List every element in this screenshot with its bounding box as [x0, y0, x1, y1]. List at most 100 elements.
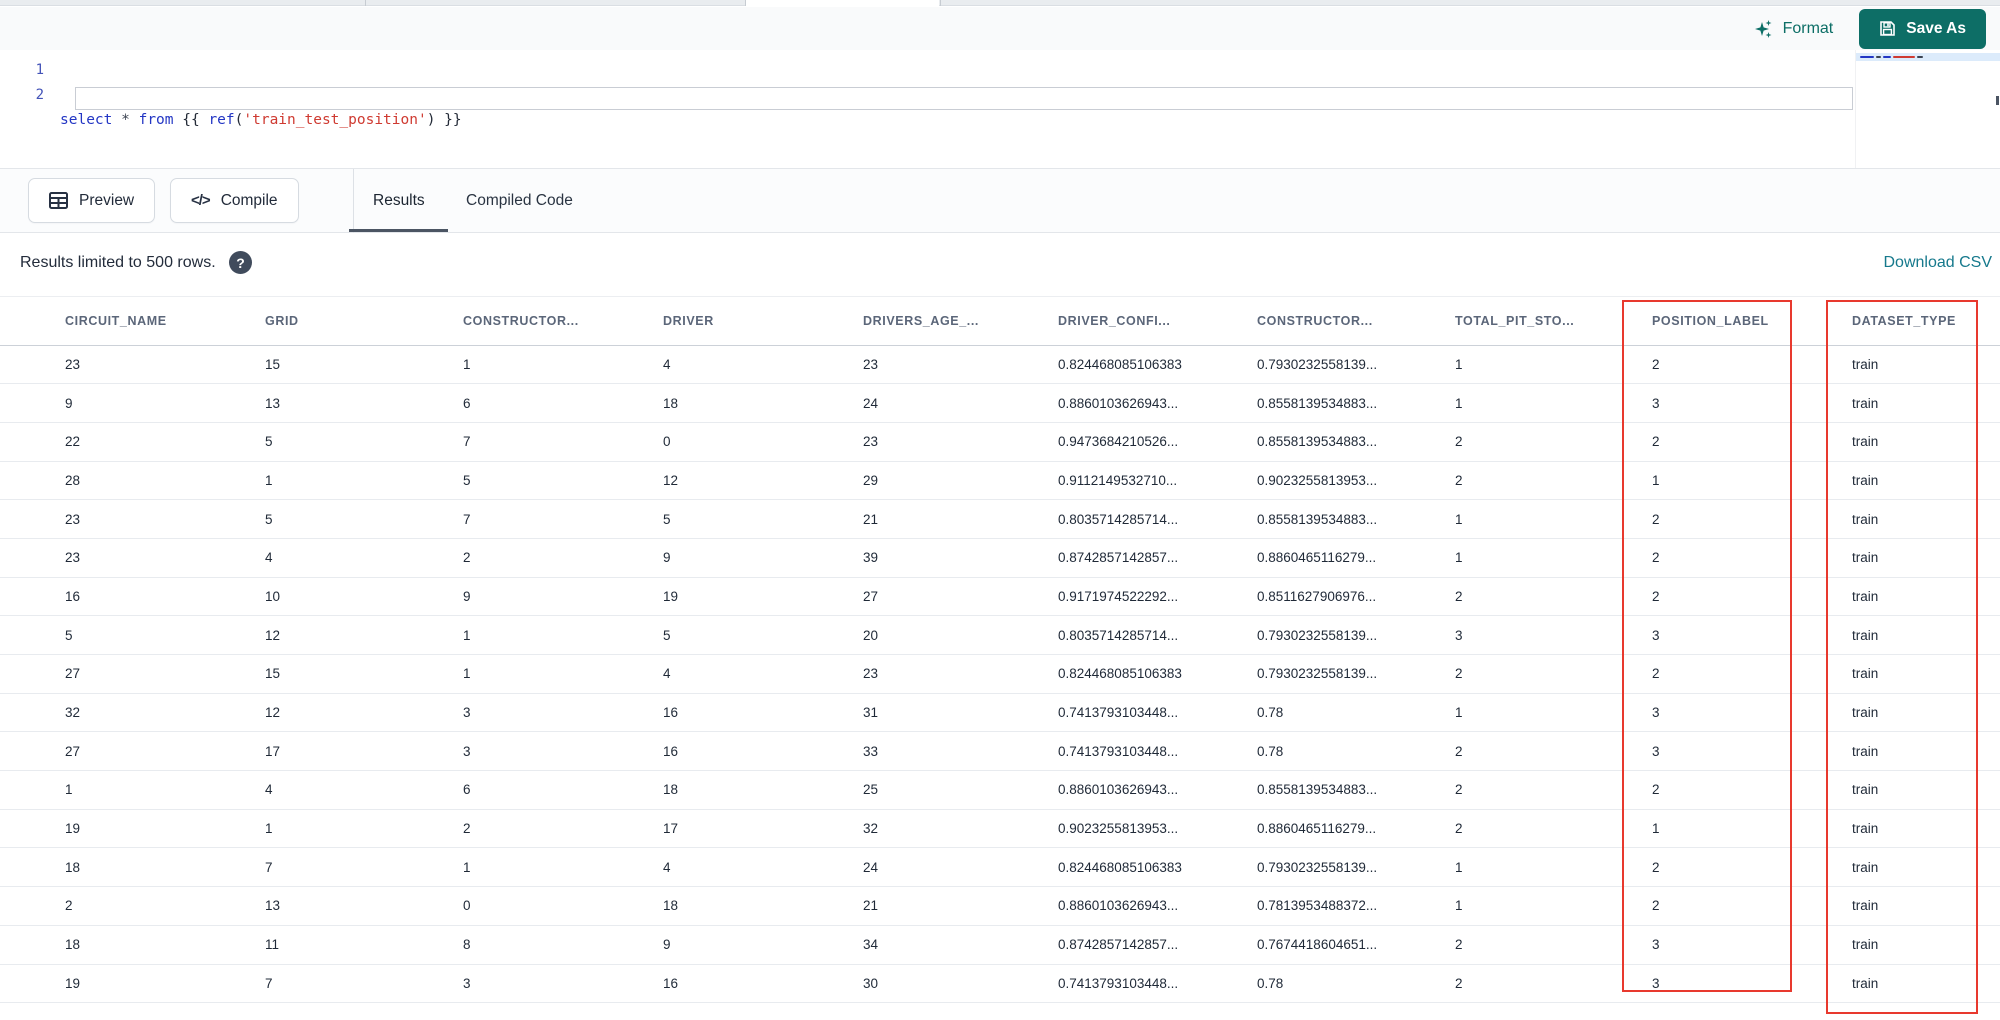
- tab-divider: [745, 0, 746, 6]
- column-header[interactable]: CIRCUIT_NAME: [0, 297, 265, 346]
- table-cell: 2: [1455, 925, 1652, 965]
- table-cell: 2: [463, 809, 663, 849]
- table-cell: 5: [0, 615, 265, 655]
- column-header[interactable]: CONSTRUCTOR...: [463, 297, 663, 346]
- table-cell: 0.9473684210526...: [1058, 422, 1257, 462]
- active-line-highlight[interactable]: [75, 87, 1853, 110]
- table-cell: train: [1852, 461, 2000, 501]
- table-cell: 30: [863, 964, 1058, 1004]
- table-cell: 2: [1455, 731, 1652, 772]
- table-cell: 22: [0, 422, 265, 462]
- code-token: select: [60, 112, 113, 128]
- table-cell: 0.78: [1257, 731, 1455, 772]
- table-cell: 0.9023255813953...: [1257, 461, 1455, 501]
- table-cell: 8: [463, 925, 663, 965]
- table-cell: 0.8860103626943...: [1058, 770, 1257, 810]
- table-cell: 0.8558139534883...: [1257, 770, 1455, 810]
- column-header[interactable]: TOTAL_PIT_STO...: [1455, 297, 1652, 346]
- table-cell: 2: [1455, 964, 1652, 1004]
- table-cell: train: [1852, 422, 2000, 462]
- table-cell: 1: [463, 615, 663, 655]
- table-cell: 0: [463, 886, 663, 926]
- table-cell: 19: [0, 809, 265, 849]
- code-line-1[interactable]: select * from {{ ref('train_test_positio…: [60, 108, 1850, 133]
- table-cell: 1: [1455, 383, 1652, 423]
- table-cell: 4: [663, 654, 863, 694]
- table-cell: 19: [0, 964, 265, 1004]
- column-header[interactable]: DRIVERS_AGE_...: [863, 297, 1058, 346]
- table-cell: 7: [463, 499, 663, 539]
- table-cell: 23: [0, 499, 265, 539]
- tab-compiled-code[interactable]: Compiled Code: [466, 169, 573, 233]
- table-cell: 10: [265, 577, 463, 617]
- column-header[interactable]: POSITION_LABEL: [1652, 297, 1852, 346]
- table-cell: 18: [663, 383, 863, 423]
- table-cell: train: [1852, 925, 2000, 965]
- table-cell: 0.7413793103448...: [1058, 964, 1257, 1004]
- format-button[interactable]: Format: [1754, 19, 1833, 39]
- table-cell: 2: [1652, 654, 1852, 694]
- table-cell: 16: [0, 577, 265, 617]
- preview-button[interactable]: Preview: [28, 178, 156, 223]
- table-cell: 12: [265, 615, 463, 655]
- table-cell: 2: [1455, 422, 1652, 462]
- table-cell: 3: [1652, 925, 1852, 965]
- table-cell: 3: [1652, 964, 1852, 1004]
- table-row: 5 12 1 5 20 0.8035714285714... 0.7930232558139…: [0, 615, 2000, 655]
- column-header[interactable]: DATASET_TYPE: [1852, 297, 2000, 346]
- table-cell: 2: [1652, 770, 1852, 810]
- table-cell: 23: [0, 538, 265, 578]
- table-row: 23 5 7 5 21 0.8035714285714... 0.8558139534883…: [0, 499, 2000, 539]
- download-csv-link[interactable]: Download CSV: [1884, 254, 1993, 272]
- column-header[interactable]: GRID: [265, 297, 463, 346]
- editor-minimap[interactable]: [1855, 50, 2000, 168]
- table-cell: 21: [863, 499, 1058, 539]
- minimap-code-mark: [1917, 56, 1923, 58]
- compile-button[interactable]: </> Compile: [170, 178, 299, 223]
- table-cell: 2: [1652, 422, 1852, 462]
- table-cell: 3: [463, 731, 663, 772]
- table-cell: 5: [663, 615, 863, 655]
- table-cell: 12: [265, 693, 463, 733]
- help-icon[interactable]: ?: [229, 251, 252, 274]
- tab-results[interactable]: Results: [373, 169, 425, 233]
- table-cell: 3: [1652, 731, 1852, 772]
- results-info-bar: Results limited to 500 rows. ? Download …: [0, 233, 2000, 296]
- column-header[interactable]: DRIVER: [663, 297, 863, 346]
- table-cell: 17: [663, 809, 863, 849]
- table-cell: 1: [1652, 809, 1852, 849]
- table-cell: train: [1852, 577, 2000, 617]
- table-cell: 19: [663, 577, 863, 617]
- table-row: 18 11 8 9 34 0.8742857142857... 0.767441860465…: [0, 925, 2000, 965]
- sql-editor[interactable]: 1 2 select * from {{ ref('train_test_pos…: [0, 50, 2000, 168]
- table-cell: 1: [1455, 345, 1652, 385]
- active-file-tab[interactable]: [746, 0, 939, 6]
- save-as-button[interactable]: Save As: [1859, 8, 1986, 49]
- table-cell: 0.8742857142857...: [1058, 925, 1257, 965]
- table-cell: 24: [863, 383, 1058, 423]
- table-cell: 18: [0, 925, 265, 965]
- table-cell: 34: [863, 925, 1058, 965]
- compile-label: Compile: [220, 191, 278, 209]
- table-row: 22 5 7 0 23 0.9473684210526... 0.8558139534883…: [0, 422, 2000, 462]
- table-cell: 0.78: [1257, 964, 1455, 1004]
- table-row: 32 12 3 16 31 0.7413793103448... 0.78 1 3 train: [0, 693, 2000, 733]
- table-cell: train: [1852, 770, 2000, 810]
- table-cell: 2: [1652, 886, 1852, 926]
- table-cell: 9: [463, 577, 663, 617]
- column-header[interactable]: DRIVER_CONFI...: [1058, 297, 1257, 346]
- table-cell: 9: [0, 383, 265, 423]
- minimap-scroll-indicator[interactable]: [1996, 96, 1999, 105]
- table-grid-icon: [49, 192, 68, 209]
- table-cell: 1: [463, 654, 663, 694]
- table-cell: train: [1852, 654, 2000, 694]
- table-cell: 28: [0, 461, 265, 501]
- table-row: 16 10 9 19 27 0.9171974522292... 0.85116279069…: [0, 577, 2000, 617]
- table-row: 27 15 1 4 23 0.824468085106383 0.7930232558139…: [0, 654, 2000, 694]
- table-cell: 18: [663, 886, 863, 926]
- column-header[interactable]: CONSTRUCTOR...: [1257, 297, 1455, 346]
- table-cell: 0: [663, 422, 863, 462]
- table-cell: 0.8860465116279...: [1257, 809, 1455, 849]
